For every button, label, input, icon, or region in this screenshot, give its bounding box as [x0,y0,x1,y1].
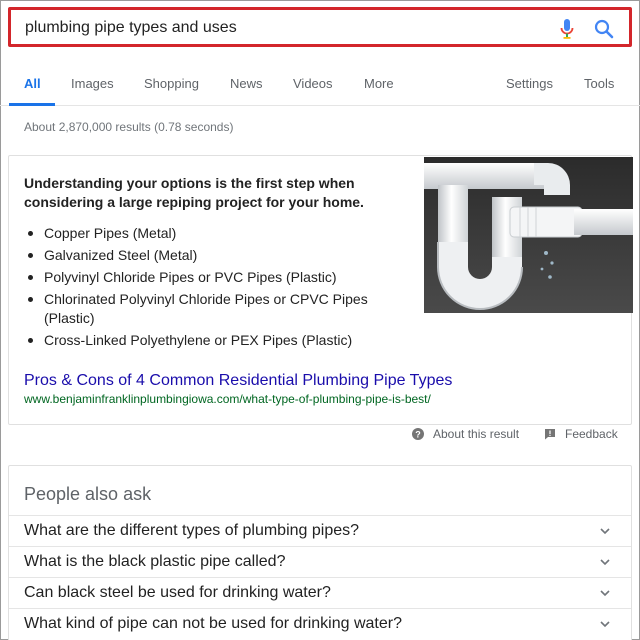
feedback-label: Feedback [565,427,618,441]
tab-videos[interactable]: Videos [293,76,333,91]
snippet-image[interactable] [424,157,633,313]
snippet-result-link[interactable]: Pros & Cons of 4 Common Residential Plum… [24,372,452,390]
tab-all[interactable]: All [24,76,41,91]
paa-question[interactable]: Can black steel be used for drinking wat… [9,577,631,608]
search-input[interactable]: plumbing pipe types and uses [25,19,237,37]
people-also-ask: People also ask What are the different t… [8,465,632,640]
about-this-result[interactable]: ? About this result [412,427,519,441]
pipe-photo [424,157,633,313]
about-label: About this result [433,427,520,441]
snippet-list: Copper Pipes (Metal) Galvanized Steel (M… [24,224,404,353]
tab-tools[interactable]: Tools [584,76,614,91]
paa-question-text: What are the different types of plumbing… [24,522,360,539]
chevron-down-icon [600,559,610,566]
featured-snippet: Understanding your options is the first … [8,155,633,425]
search-tabs: All Images Shopping News Videos More Set… [0,62,640,106]
chevron-down-icon [600,621,610,628]
result-stats: About 2,870,000 results (0.78 seconds) [24,120,234,134]
paa-question-text: What is the black plastic pipe called? [24,553,286,570]
paa-question[interactable]: What kind of pipe can not be used for dr… [9,608,631,639]
search-bar[interactable]: plumbing pipe types and uses [8,7,632,47]
list-item: Galvanized Steel (Metal) [24,246,404,265]
tab-news[interactable]: News [230,76,263,91]
paa-question-text: Can black steel be used for drinking wat… [24,584,331,601]
tab-settings[interactable]: Settings [506,76,553,91]
list-item: Chlorinated Polyvinyl Chloride Pipes or … [24,290,404,328]
paa-title: People also ask [24,484,152,504]
search-icon[interactable] [594,19,614,39]
paa-question-text: What kind of pipe can not be used for dr… [24,615,402,632]
list-item: Copper Pipes (Metal) [24,224,404,243]
help-circle-icon: ? [412,428,424,440]
tab-images[interactable]: Images [71,76,114,91]
svg-text:?: ? [415,430,421,440]
chevron-down-icon [600,590,610,597]
snippet-url[interactable]: www.benjaminfranklinplumbingiowa.com/wha… [24,392,431,406]
chevron-down-icon [600,528,610,535]
feedback-link[interactable]: Feedback [544,427,618,441]
tab-shopping[interactable]: Shopping [144,76,199,91]
active-tab-indicator [9,103,55,106]
tab-more[interactable]: More [364,76,394,91]
paa-question[interactable]: What are the different types of plumbing… [9,515,631,546]
feedback-icon [545,429,555,440]
list-item: Polyvinyl Chloride Pipes or PVC Pipes (P… [24,268,404,287]
paa-question[interactable]: What is the black plastic pipe called? [9,546,631,577]
microphone-icon[interactable] [559,18,575,40]
list-item: Cross-Linked Polyethylene or PEX Pipes (… [24,331,404,350]
snippet-heading: Understanding your options is the first … [24,175,364,210]
